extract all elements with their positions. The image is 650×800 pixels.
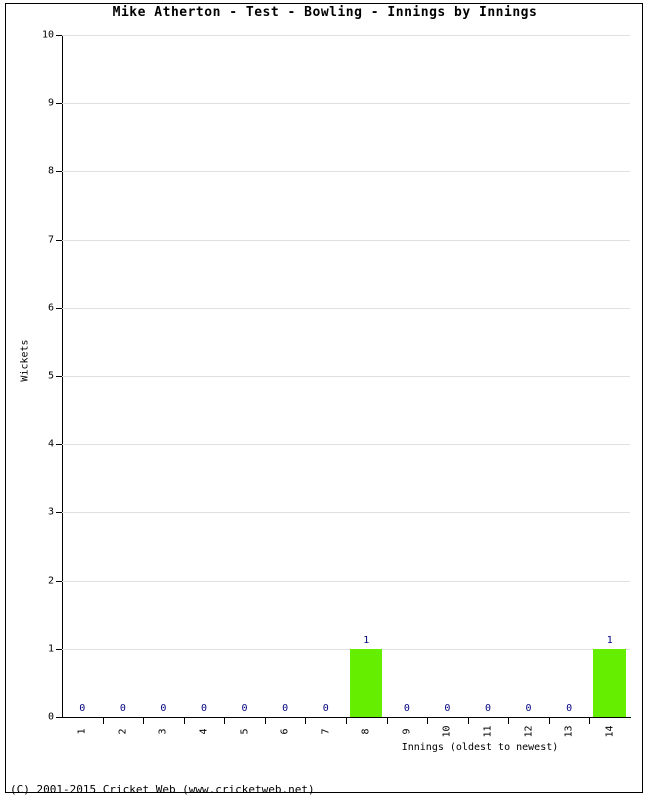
y-axis-tick (56, 35, 62, 36)
y-axis-tick (56, 580, 62, 582)
y-axis-tick (56, 307, 62, 309)
x-axis-tick (386, 718, 388, 724)
bar-slot[interactable]: 0 (549, 35, 590, 717)
y-axis-tick-label: 8 (47, 165, 54, 177)
bar-value-label: 0 (282, 703, 289, 714)
y-axis-tick-label: 0 (47, 711, 54, 723)
x-axis-tick (467, 718, 469, 724)
x-axis-tick (346, 718, 347, 724)
x-axis-tick-label: 7 (320, 728, 332, 735)
bar-slot[interactable]: 0 (265, 35, 306, 717)
x-axis-tick (427, 718, 429, 724)
y-axis-tick-label: 4 (47, 438, 54, 450)
x-axis-tick (508, 718, 510, 724)
bar-value-label: 0 (241, 703, 248, 714)
y-axis-tick-label: 3 (47, 506, 54, 518)
bar-value-label: 0 (566, 703, 573, 714)
bar-value-label: 0 (160, 703, 167, 714)
bar-slot[interactable]: 0 (387, 35, 428, 717)
plot-area: 0 0 0 0 0 0 0 1 0 0 0 0 0 1 (62, 35, 630, 717)
x-axis-tick (183, 718, 185, 724)
y-axis-tick (56, 512, 62, 514)
bar-slot[interactable]: 0 (62, 35, 103, 717)
bar-slot[interactable]: 0 (508, 35, 549, 717)
x-axis-title: Innings (oldest to newest) (401, 742, 559, 753)
x-axis-tick-label: 4 (198, 728, 210, 735)
bar-value-label: 0 (79, 703, 86, 714)
x-axis-tick-label: 9 (401, 728, 413, 735)
y-axis-tick (56, 717, 62, 718)
y-axis-tick-label: 5 (47, 370, 54, 382)
bar-slot[interactable]: 0 (224, 35, 265, 717)
bar-slot[interactable]: 0 (427, 35, 468, 717)
x-axis-tick (548, 718, 550, 724)
bar-slot[interactable]: 1 (346, 35, 387, 717)
bar-value-label: 1 (363, 634, 370, 646)
bar-value-label: 0 (484, 703, 491, 714)
chart-title: Mike Atherton - Test - Bowling - Innings… (112, 5, 538, 20)
y-axis-tick-label: 7 (47, 234, 54, 246)
x-axis-tick (102, 718, 104, 724)
bar-slot[interactable]: 0 (468, 35, 509, 717)
x-axis-tick (143, 718, 145, 724)
footer-copyright: (C) 2001-2015 Cricket Web (www.cricketwe… (10, 783, 315, 796)
bar-slot[interactable]: 0 (143, 35, 184, 717)
x-axis-tick-label: 1 (76, 728, 88, 735)
bar-value-label: 0 (200, 703, 207, 714)
x-axis-tick-label: 2 (117, 728, 129, 735)
bar-slot[interactable]: 0 (184, 35, 225, 717)
x-axis-tick-label: 6 (279, 728, 291, 735)
bar-value-label: 0 (119, 703, 126, 714)
x-axis-tick (589, 718, 591, 724)
y-axis-tick (56, 239, 62, 241)
bar-value-label: 0 (444, 703, 451, 714)
bar[interactable] (350, 648, 383, 717)
x-axis-tick-label: 5 (239, 728, 251, 735)
x-axis-tick (264, 718, 266, 724)
x-axis-tick-label: 11 (482, 725, 494, 738)
bar-slot[interactable]: 0 (103, 35, 144, 717)
x-axis-tick-label: 13 (563, 725, 575, 738)
y-axis-tick-label: 2 (47, 575, 54, 587)
x-axis-tick-label: 3 (157, 728, 169, 735)
y-axis-tick (56, 103, 62, 105)
x-axis-tick-label: 10 (441, 725, 453, 738)
bar[interactable] (593, 648, 626, 717)
y-axis-tick (56, 648, 62, 650)
x-axis-tick (224, 718, 226, 724)
y-axis-tick-label: 9 (47, 97, 54, 109)
bar-value-label: 0 (525, 703, 532, 714)
chart-container: Mike Atherton - Test - Bowling - Innings… (0, 0, 650, 800)
x-axis-tick-label: 12 (523, 725, 535, 738)
bar-value-label: 1 (606, 634, 613, 646)
bar-value-label: 0 (403, 703, 410, 714)
bar-slot[interactable]: 0 (305, 35, 346, 717)
x-axis-tick (305, 718, 307, 724)
y-axis-tick (56, 444, 62, 446)
y-axis-tick-label: 6 (47, 302, 54, 314)
y-axis-tick-labels: 0 1 2 3 4 5 6 7 8 9 10 (0, 0, 54, 800)
y-axis-tick-label: 10 (41, 29, 54, 41)
bar-slot[interactable]: 1 (589, 35, 630, 717)
bar-value-label: 0 (322, 703, 329, 714)
y-axis-tick-label: 1 (47, 643, 54, 655)
x-axis-tick-label: 14 (604, 725, 616, 738)
x-axis-tick-label: 8 (360, 728, 372, 735)
y-axis-tick (56, 171, 62, 173)
y-axis-tick (56, 376, 62, 377)
